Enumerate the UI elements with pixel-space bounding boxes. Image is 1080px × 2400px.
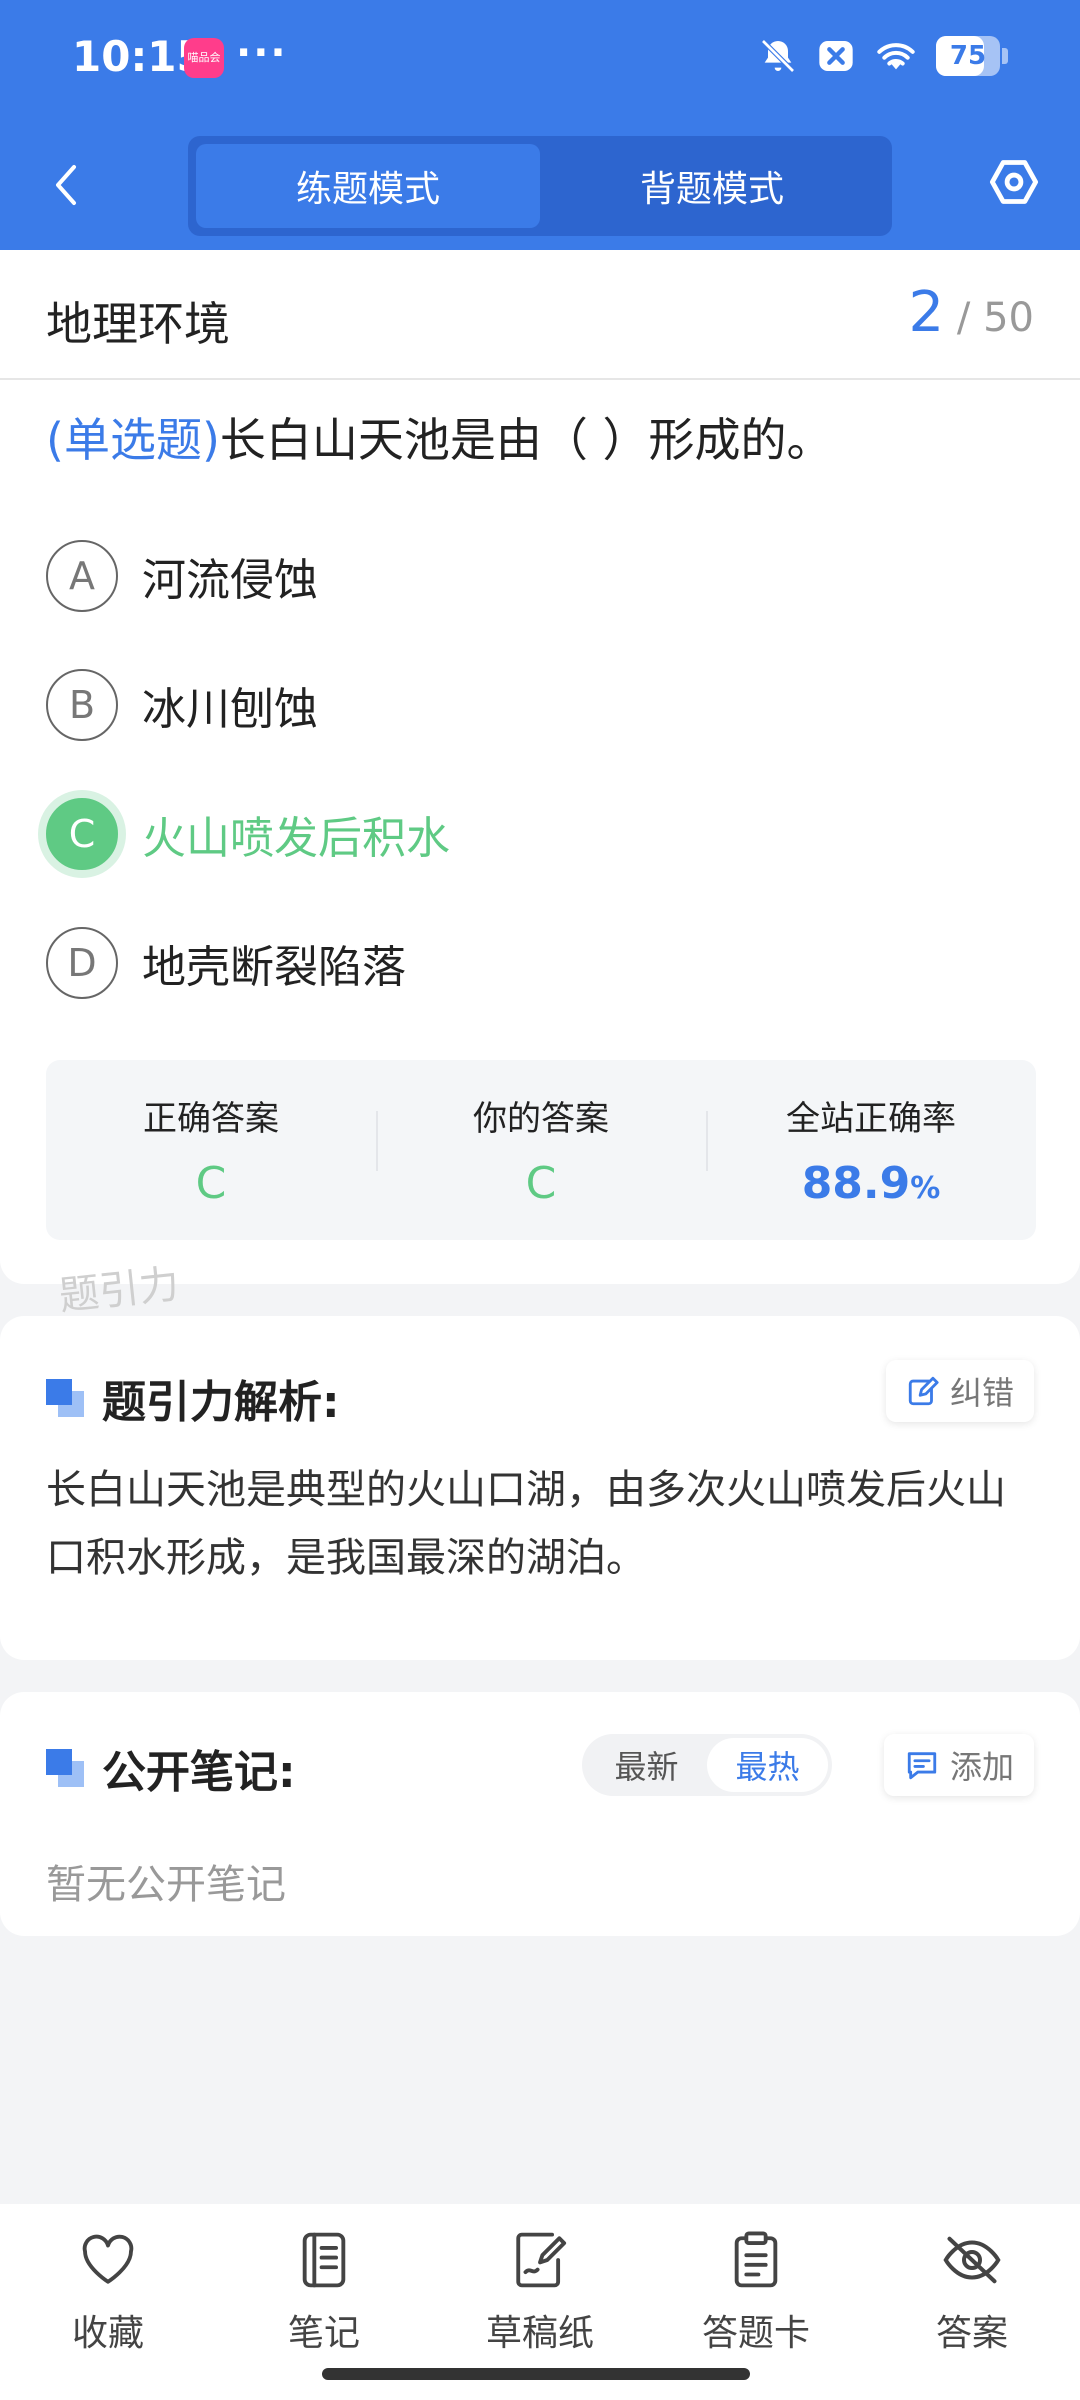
question-stem: 长白山天池是由（ ）形成的。 xyxy=(219,413,833,467)
edit-icon xyxy=(908,1376,939,1406)
stat-label: 全站正确率 xyxy=(786,1099,956,1139)
close-box-icon xyxy=(819,41,853,71)
battery-level: 75 xyxy=(949,41,987,71)
tab-answer[interactable]: 答案 xyxy=(864,2204,1080,2400)
wifi-icon xyxy=(877,43,915,70)
stat-label: 正确答案 xyxy=(143,1099,279,1139)
option-a[interactable]: A 河流侵蚀 xyxy=(46,540,318,612)
tab-memorize-mode[interactable]: 背题模式 xyxy=(540,144,884,228)
report-error-label: 纠错 xyxy=(949,1374,1014,1412)
option-letter: A xyxy=(46,540,118,612)
add-note-button[interactable]: 添加 xyxy=(883,1734,1034,1796)
option-letter: B xyxy=(46,669,118,741)
clipboard-icon xyxy=(726,2230,786,2290)
notes-title-text: 公开笔记: xyxy=(102,1747,296,1798)
sort-hottest[interactable]: 最热 xyxy=(707,1738,828,1792)
option-c[interactable]: C 火山喷发后积水 xyxy=(46,798,450,870)
tab-label: 草稿纸 xyxy=(485,2313,594,2354)
tab-practice-mode[interactable]: 练题模式 xyxy=(196,144,540,228)
analysis-card: 题引力解析: 纠错 长白山天池是典型的火山口湖，由多次火山喷发后火山口积水形成，… xyxy=(0,1316,1080,1660)
rate-number: 88.9 xyxy=(801,1158,911,1209)
tab-label: 答题卡 xyxy=(701,2313,810,2354)
option-text: 冰川刨蚀 xyxy=(142,684,318,735)
mode-switch: 练题模式 背题模式 xyxy=(188,136,892,236)
rate-unit: % xyxy=(910,1171,941,1206)
current-question-number: 2 xyxy=(908,280,945,345)
notebook-icon xyxy=(294,2230,354,2290)
option-text: 地壳断裂陷落 xyxy=(142,942,406,993)
tab-label: 收藏 xyxy=(71,2313,144,2354)
notes-title: 公开笔记: xyxy=(46,1736,296,1800)
option-d[interactable]: D 地壳断裂陷落 xyxy=(46,927,406,999)
stat-your-answer: 你的答案 C xyxy=(376,1091,706,1209)
tab-favorite[interactable]: 收藏 xyxy=(0,2204,216,2400)
stat-value: 88.9% xyxy=(706,1158,1036,1209)
report-error-button[interactable]: 纠错 xyxy=(885,1360,1034,1422)
analysis-title-text: 题引力解析: xyxy=(102,1377,340,1428)
comment-icon xyxy=(907,1752,937,1780)
status-icons: 75 xyxy=(758,36,1008,76)
mute-bell-icon xyxy=(761,39,795,73)
app-notification-icon: 喵品会 xyxy=(184,38,224,78)
question-progress: 2 / 50 xyxy=(909,280,1034,345)
option-b[interactable]: B 冰川刨蚀 xyxy=(46,669,318,741)
top-header: 10:15 喵品会 ··· 75 练题模式 背题模式 xyxy=(0,0,1080,250)
hexagon-settings-icon xyxy=(989,160,1039,204)
home-indicator[interactable] xyxy=(322,2368,750,2380)
option-letter: C xyxy=(46,798,118,870)
notes-sort-toggle: 最新 最热 xyxy=(582,1734,832,1796)
squares-icon xyxy=(46,1749,84,1787)
tab-label: 答案 xyxy=(935,2313,1008,2354)
heart-icon xyxy=(78,2230,138,2290)
stat-value: C xyxy=(195,1158,227,1209)
draft-icon xyxy=(510,2230,570,2290)
option-letter: D xyxy=(46,927,118,999)
status-bar: 10:15 喵品会 ··· 75 xyxy=(0,0,1080,120)
option-text: 火山喷发后积水 xyxy=(142,813,450,864)
section-title: 地理环境 xyxy=(46,297,230,351)
analysis-text: 长白山天池是典型的火山口湖，由多次火山喷发后火山口积水形成，是我国最深的湖泊。 xyxy=(46,1467,1006,1581)
question-type: (单选题) xyxy=(46,413,220,467)
stat-correct-answer: 正确答案 C xyxy=(46,1091,376,1209)
stat-label: 你的答案 xyxy=(473,1099,609,1139)
eye-off-icon xyxy=(942,2230,1002,2290)
public-notes-card: 公开笔记: 最新 最热 添加 暂无公开笔记 xyxy=(0,1692,1080,1936)
back-button[interactable] xyxy=(40,150,90,220)
battery-icon: 75 xyxy=(936,36,1008,76)
divider xyxy=(0,378,1080,380)
add-note-label: 添加 xyxy=(949,1748,1014,1786)
settings-button[interactable] xyxy=(984,152,1044,212)
analysis-title: 题引力解析: xyxy=(46,1366,340,1430)
more-notifications-icon: ··· xyxy=(236,30,288,76)
sort-newest[interactable]: 最新 xyxy=(586,1738,707,1792)
chevron-left-icon xyxy=(56,165,76,205)
squares-icon xyxy=(46,1379,84,1417)
total-questions: / 50 xyxy=(956,295,1034,341)
question-text: (单选题)长白山天池是由（ ）形成的。 xyxy=(46,404,1036,476)
stat-accuracy-rate: 全站正确率 88.9% xyxy=(706,1091,1036,1209)
question-card: 地理环境 2 / 50 (单选题)长白山天池是由（ ）形成的。 A 河流侵蚀 B… xyxy=(0,250,1080,1284)
answer-stats: 正确答案 C 你的答案 C 全站正确率 88.9% xyxy=(46,1060,1036,1240)
option-text: 河流侵蚀 xyxy=(142,555,318,606)
empty-notes-text: 暂无公开笔记 xyxy=(46,1862,286,1908)
stat-value: C xyxy=(525,1158,557,1209)
watermark: 题引力 xyxy=(57,1261,182,1320)
tab-label: 笔记 xyxy=(287,2313,360,2354)
